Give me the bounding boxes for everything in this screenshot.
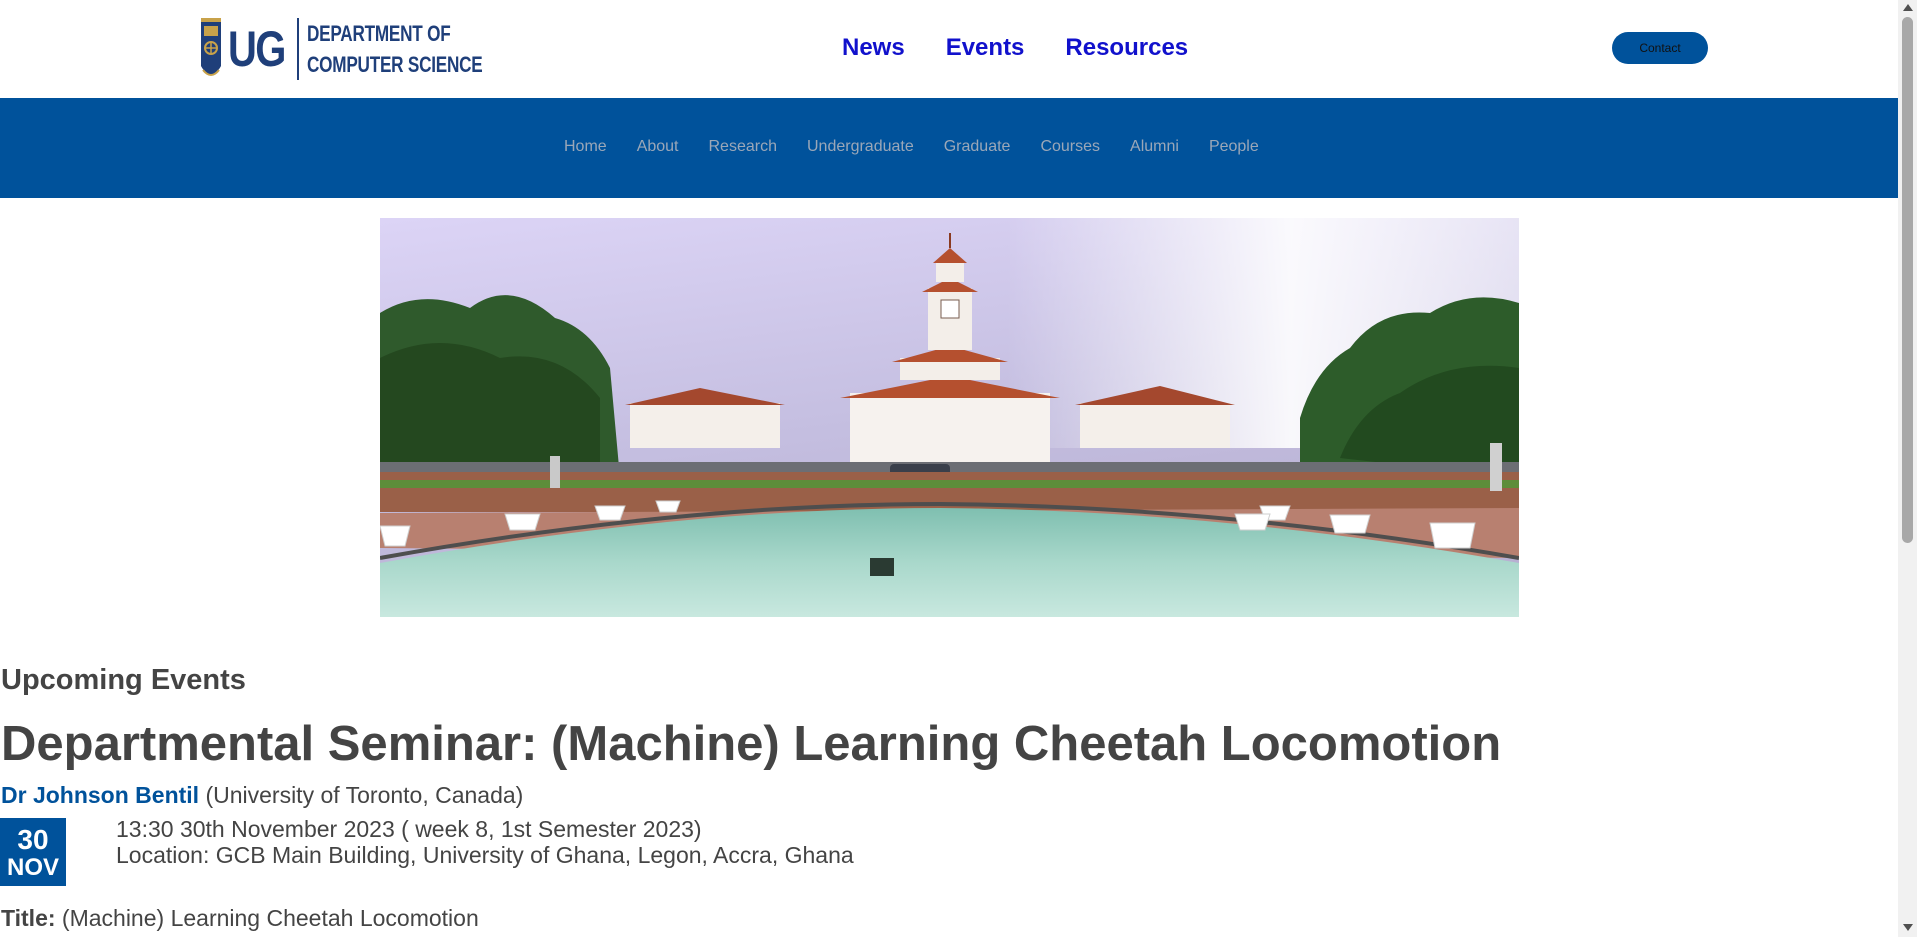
nav-item-home[interactable]: Home bbox=[564, 137, 607, 157]
scroll-up-arrow-icon[interactable] bbox=[1903, 4, 1913, 11]
scroll-thumb[interactable] bbox=[1902, 17, 1913, 543]
nav-item-graduate[interactable]: Graduate bbox=[944, 137, 1011, 157]
nav-item-research[interactable]: Research bbox=[709, 137, 777, 157]
logo-line-2: COMPUTER SCIENCE bbox=[307, 52, 483, 77]
site-header: UG DEPARTMENT OF COMPUTER SCIENCE News E… bbox=[0, 0, 1898, 98]
event-speaker: Dr Johnson Bentil (University of Toronto… bbox=[1, 782, 523, 809]
section-title-upcoming-events: Upcoming Events bbox=[1, 664, 246, 696]
talk-title-label: Title: bbox=[1, 905, 56, 931]
main-nav-list: Home About Research Undergraduate Gradua… bbox=[564, 137, 1289, 157]
date-month: NOV bbox=[6, 854, 59, 881]
speaker-affiliation: (University of Toronto, Canada) bbox=[205, 782, 524, 808]
hero-image bbox=[380, 218, 1519, 617]
nav-item-about[interactable]: About bbox=[637, 137, 679, 157]
top-links: News Events Resources bbox=[842, 30, 1188, 66]
logo-mark: UG bbox=[228, 21, 286, 77]
top-link-resources[interactable]: Resources bbox=[1065, 30, 1188, 66]
event-meta: 13:30 30th November 2023 ( week 8, 1st S… bbox=[116, 816, 854, 868]
logo-divider bbox=[297, 18, 299, 80]
top-link-events[interactable]: Events bbox=[946, 30, 1025, 66]
nav-item-people[interactable]: People bbox=[1209, 137, 1259, 157]
site-logo[interactable]: UG DEPARTMENT OF COMPUTER SCIENCE bbox=[200, 12, 532, 86]
event-location: Location: GCB Main Building, University … bbox=[116, 842, 854, 868]
logo-text: DEPARTMENT OF COMPUTER SCIENCE bbox=[307, 18, 483, 80]
event-time: 13:30 30th November 2023 ( week 8, 1st S… bbox=[116, 816, 702, 842]
nav-item-alumni[interactable]: Alumni bbox=[1130, 137, 1179, 157]
ug-crest-icon bbox=[201, 18, 221, 76]
contact-button[interactable]: Contact bbox=[1612, 32, 1708, 64]
talk-title-text: (Machine) Learning Cheetah Locomotion bbox=[61, 905, 479, 931]
nav-item-undergraduate[interactable]: Undergraduate bbox=[807, 137, 914, 157]
event-title[interactable]: Departmental Seminar: (Machine) Learning… bbox=[1, 716, 1501, 772]
nav-item-courses[interactable]: Courses bbox=[1040, 137, 1100, 157]
speaker-name-link[interactable]: Dr Johnson Bentil bbox=[1, 782, 199, 808]
logo-line-1: DEPARTMENT OF bbox=[307, 21, 451, 46]
main-nav: Home About Research Undergraduate Gradua… bbox=[0, 98, 1898, 198]
event-date-badge: 30 NOV bbox=[0, 818, 66, 886]
talk-title: Title: (Machine) Learning Cheetah Locomo… bbox=[1, 905, 479, 932]
page-scrollbar[interactable] bbox=[1898, 0, 1917, 937]
top-link-news[interactable]: News bbox=[842, 30, 905, 66]
date-day: 30 bbox=[17, 824, 49, 855]
scroll-down-arrow-icon[interactable] bbox=[1903, 924, 1913, 931]
